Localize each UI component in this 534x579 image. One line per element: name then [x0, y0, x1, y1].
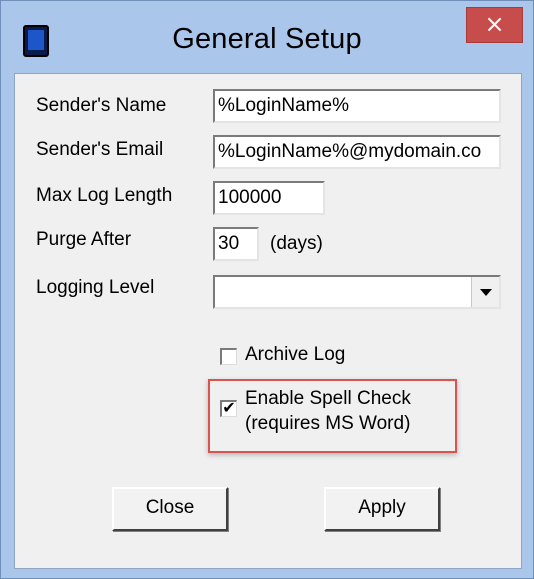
apply-button[interactable]: Apply	[324, 487, 440, 531]
max-log-length-label: Max Log Length	[36, 185, 173, 206]
checkmark-icon: ✔	[222, 400, 236, 417]
logging-level-select[interactable]	[213, 275, 501, 309]
senders-name-input[interactable]: %LoginName%	[213, 89, 501, 123]
logging-level-label: Logging Level	[36, 277, 155, 298]
senders-name-label: Sender's Name	[36, 95, 167, 116]
purge-after-unit: (days)	[270, 233, 323, 254]
title-bar[interactable]: General Setup ×	[1, 1, 533, 73]
close-icon: ×	[484, 10, 505, 38]
close-button[interactable]: Close	[112, 487, 228, 531]
chevron-down-icon[interactable]	[471, 277, 499, 307]
purge-after-label: Purge After	[36, 229, 132, 250]
archive-log-checkbox[interactable]	[220, 348, 237, 365]
enable-spell-check-checkbox[interactable]: ✔	[220, 400, 237, 417]
senders-email-input[interactable]: %LoginName%@mydomain.co	[213, 135, 501, 169]
spell-check-requirement-label[interactable]: (requires MS Word)	[245, 413, 410, 435]
max-log-length-input[interactable]: 100000	[213, 181, 325, 215]
senders-email-label: Sender's Email	[36, 139, 164, 160]
dialog-body: Sender's Name %LoginName% Sender's Email…	[14, 73, 522, 569]
enable-spell-check-label[interactable]: Enable Spell Check	[245, 388, 411, 410]
window-title: General Setup	[172, 23, 362, 55]
archive-log-label[interactable]: Archive Log	[245, 344, 345, 366]
close-window-button[interactable]: ×	[466, 7, 523, 43]
purge-after-input[interactable]: 30	[213, 227, 259, 261]
general-setup-window: General Setup × Sender's Name %LoginName…	[0, 0, 534, 579]
